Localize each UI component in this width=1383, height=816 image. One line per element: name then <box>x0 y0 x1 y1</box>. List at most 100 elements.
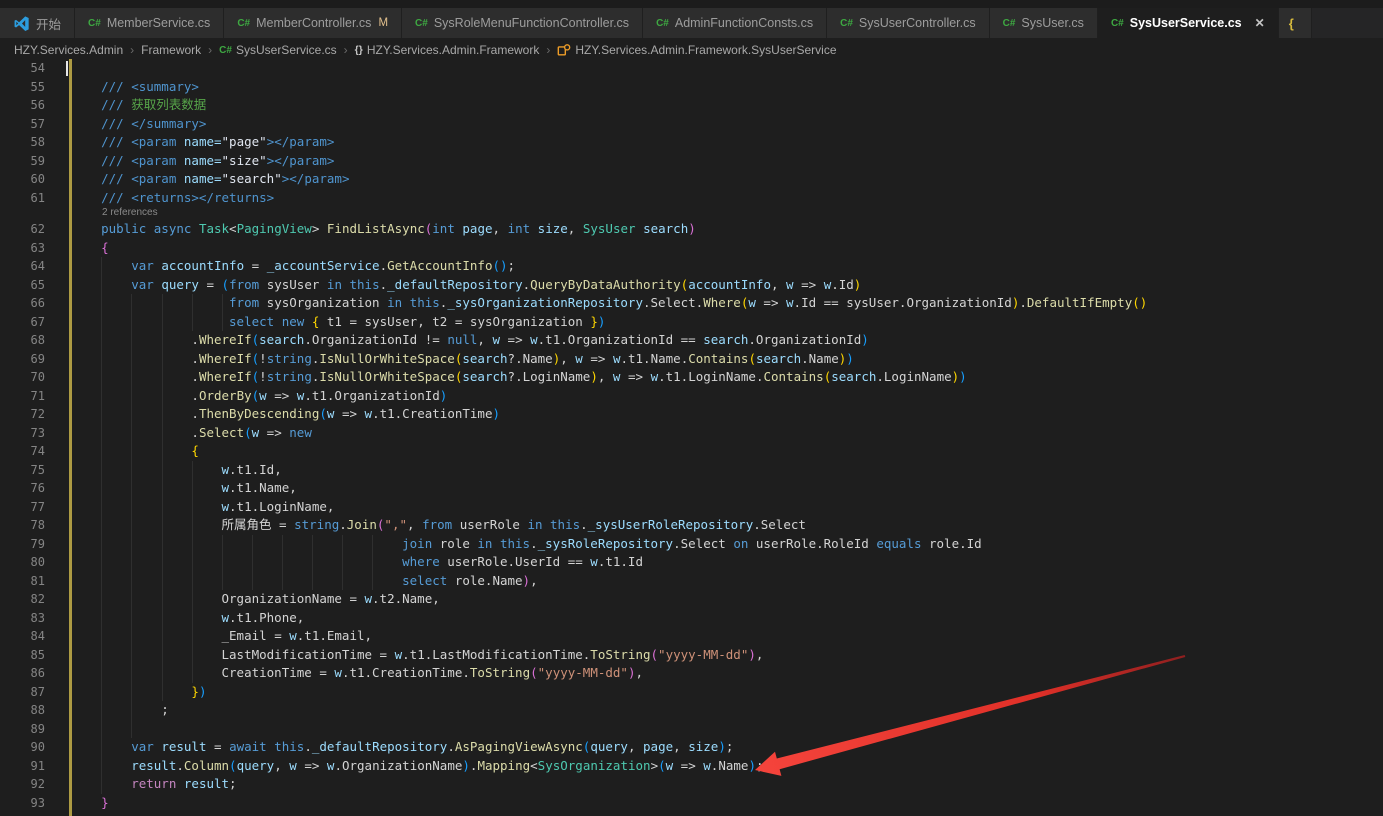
line-number[interactable]: 87 <box>0 683 64 702</box>
code-line-55[interactable]: 55/// <summary> <box>0 78 1383 97</box>
codelens-references[interactable]: 2 references <box>0 207 1383 220</box>
code-line-60[interactable]: 60/// <param name="search"></param> <box>0 170 1383 189</box>
line-number[interactable]: 91 <box>0 757 64 776</box>
code-line-65[interactable]: 65var query = (from sysUser in this._def… <box>0 276 1383 295</box>
code-line-88[interactable]: 88; <box>0 701 1383 720</box>
line-number[interactable]: 93 <box>0 794 64 813</box>
code-line-93[interactable]: 93} <box>0 794 1383 813</box>
code-line-67[interactable]: 67select new { t1 = sysUser, t2 = sysOrg… <box>0 313 1383 332</box>
code-line-80[interactable]: 80where userRole.UserId == w.t1.Id <box>0 553 1383 572</box>
line-number[interactable]: 67 <box>0 313 64 332</box>
tab-partial[interactable]: { <box>1279 8 1312 38</box>
code-line-73[interactable]: 73.Select(w => new <box>0 424 1383 443</box>
code-line-76[interactable]: 76w.t1.Name, <box>0 479 1383 498</box>
code-line-54[interactable]: 54 <box>0 59 1383 78</box>
line-number[interactable]: 80 <box>0 553 64 572</box>
close-icon[interactable]: ✕ <box>1255 16 1265 30</box>
line-number[interactable]: 84 <box>0 627 64 646</box>
code-line-61[interactable]: 61/// <returns></returns> <box>0 189 1383 208</box>
code-line-81[interactable]: 81select role.Name), <box>0 572 1383 591</box>
code-line-57[interactable]: 57/// </summary> <box>0 115 1383 134</box>
indent-guides <box>72 152 101 171</box>
code-line-74[interactable]: 74{ <box>0 442 1383 461</box>
tab-SysRoleMenuFunctionController.cs[interactable]: C#SysRoleMenuFunctionController.cs <box>402 8 643 38</box>
line-number[interactable]: 57 <box>0 115 64 134</box>
tab-SysUser.cs[interactable]: C#SysUser.cs <box>990 8 1098 38</box>
line-number[interactable]: 61 <box>0 189 64 208</box>
breadcrumb-item[interactable]: {}HZY.Services.Admin.Framework <box>355 43 540 57</box>
line-number[interactable]: 73 <box>0 424 64 443</box>
line-number[interactable]: 79 <box>0 535 64 554</box>
code-line-58[interactable]: 58/// <param name="page"></param> <box>0 133 1383 152</box>
line-number[interactable]: 77 <box>0 498 64 517</box>
line-number[interactable]: 68 <box>0 331 64 350</box>
code-line-56[interactable]: 56/// 获取列表数据 <box>0 96 1383 115</box>
code-line-72[interactable]: 72.ThenByDescending(w => w.t1.CreationTi… <box>0 405 1383 424</box>
tab-MemberController.cs[interactable]: C#MemberController.csM <box>224 8 402 38</box>
line-number[interactable]: 58 <box>0 133 64 152</box>
line-number[interactable]: 63 <box>0 239 64 258</box>
line-number[interactable]: 72 <box>0 405 64 424</box>
line-number[interactable]: 76 <box>0 479 64 498</box>
line-number[interactable]: 85 <box>0 646 64 665</box>
code-line-91[interactable]: 91result.Column(query, w => w.Organizati… <box>0 757 1383 776</box>
line-number[interactable]: 74 <box>0 442 64 461</box>
code-line-89[interactable]: 89 <box>0 720 1383 739</box>
line-number[interactable]: 70 <box>0 368 64 387</box>
code-line-69[interactable]: 69.WhereIf(!string.IsNullOrWhiteSpace(se… <box>0 350 1383 369</box>
code-line-79[interactable]: 79join role in this._sysRoleRepository.S… <box>0 535 1383 554</box>
code-line-71[interactable]: 71.OrderBy(w => w.t1.OrganizationId) <box>0 387 1383 406</box>
tab-开始[interactable]: 开始 <box>0 8 75 38</box>
line-number[interactable]: 89 <box>0 720 64 739</box>
code-line-77[interactable]: 77w.t1.LoginName, <box>0 498 1383 517</box>
code-line-85[interactable]: 85LastModificationTime = w.t1.LastModifi… <box>0 646 1383 665</box>
breadcrumb-item[interactable]: HZY.Services.Admin.Framework.SysUserServ… <box>557 43 836 57</box>
code-line-62[interactable]: 62public async Task<PagingView> FindList… <box>0 220 1383 239</box>
line-number[interactable]: 71 <box>0 387 64 406</box>
line-number[interactable]: 81 <box>0 572 64 591</box>
code-line-92[interactable]: 92return result; <box>0 775 1383 794</box>
line-number[interactable]: 69 <box>0 350 64 369</box>
breadcrumb-item[interactable]: HZY.Services.Admin <box>14 43 123 57</box>
line-number[interactable]: 86 <box>0 664 64 683</box>
line-number[interactable]: 64 <box>0 257 64 276</box>
code-line-87[interactable]: 87}) <box>0 683 1383 702</box>
line-number[interactable]: 92 <box>0 775 64 794</box>
line-number[interactable]: 65 <box>0 276 64 295</box>
code-line-66[interactable]: 66from sysOrganization in this._sysOrgan… <box>0 294 1383 313</box>
line-number[interactable]: 90 <box>0 738 64 757</box>
code-line-68[interactable]: 68.WhereIf(search.OrganizationId != null… <box>0 331 1383 350</box>
line-number[interactable]: 60 <box>0 170 64 189</box>
tab-MemberService.cs[interactable]: C#MemberService.cs <box>75 8 224 38</box>
code-line-59[interactable]: 59/// <param name="size"></param> <box>0 152 1383 171</box>
tab-SysUserService.cs[interactable]: C#SysUserService.cs✕ <box>1098 8 1279 38</box>
editor[interactable]: 5455/// <summary>56/// 获取列表数据57/// </sum… <box>0 59 1383 812</box>
line-number[interactable]: 82 <box>0 590 64 609</box>
line-number[interactable]: 75 <box>0 461 64 480</box>
code-line-82[interactable]: 82OrganizationName = w.t2.Name, <box>0 590 1383 609</box>
code-line-84[interactable]: 84_Email = w.t1.Email, <box>0 627 1383 646</box>
line-number[interactable]: 54 <box>0 59 64 78</box>
breadcrumb-item[interactable]: C#SysUserService.cs <box>219 43 336 57</box>
code-line-78[interactable]: 78所属角色 = string.Join(",", from userRole … <box>0 516 1383 535</box>
line-number[interactable]: 83 <box>0 609 64 628</box>
code-line-75[interactable]: 75w.t1.Id, <box>0 461 1383 480</box>
line-number[interactable]: 66 <box>0 294 64 313</box>
tab-SysUserController.cs[interactable]: C#SysUserController.cs <box>827 8 990 38</box>
code-line-83[interactable]: 83w.t1.Phone, <box>0 609 1383 628</box>
line-number[interactable]: 59 <box>0 152 64 171</box>
line-number[interactable]: 88 <box>0 701 64 720</box>
line-number[interactable]: 62 <box>0 220 64 239</box>
code-line-90[interactable]: 90var result = await this._defaultReposi… <box>0 738 1383 757</box>
line-number[interactable]: 78 <box>0 516 64 535</box>
breadcrumb-item[interactable]: Framework <box>141 43 201 57</box>
code-line-70[interactable]: 70.WhereIf(!string.IsNullOrWhiteSpace(se… <box>0 368 1383 387</box>
code-line-63[interactable]: 63{ <box>0 239 1383 258</box>
indent-guides <box>72 294 229 313</box>
tab-AdminFunctionConsts.cs[interactable]: C#AdminFunctionConsts.cs <box>643 8 827 38</box>
code-line-86[interactable]: 86CreationTime = w.t1.CreationTime.ToStr… <box>0 664 1383 683</box>
code-line-64[interactable]: 64var accountInfo = _accountService.GetA… <box>0 257 1383 276</box>
code-area[interactable]: 5455/// <summary>56/// 获取列表数据57/// </sum… <box>0 59 1383 812</box>
line-number[interactable]: 56 <box>0 96 64 115</box>
line-number[interactable]: 55 <box>0 78 64 97</box>
